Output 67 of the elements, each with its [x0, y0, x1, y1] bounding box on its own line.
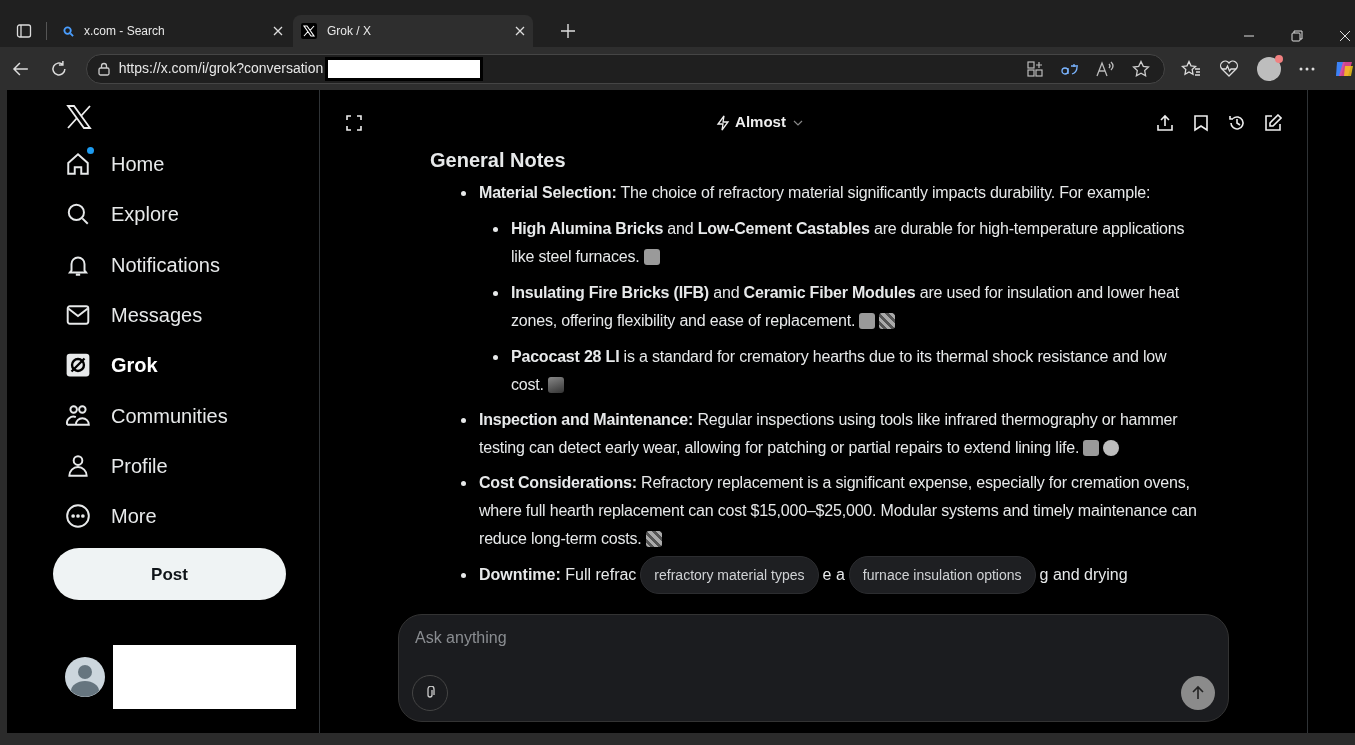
- nav-item[interactable]: Notifications: [53, 239, 319, 290]
- tab-title: x.com - Search: [84, 23, 166, 40]
- nav-item[interactable]: Home: [53, 139, 319, 190]
- read-aloud-icon[interactable]: [1096, 60, 1116, 77]
- list-text: Cost Considerations: Refractory replacement is a significant expense, especially for cremation ovens, where full hearth replacement can cost $15,000–$25,000. Modular systems and timely maintenance can reduce long-term costs.: [479, 473, 1197, 549]
- nav-item[interactable]: Explore: [53, 189, 319, 240]
- tab-actions-icon[interactable]: [16, 23, 32, 39]
- section-heading: General Notes: [430, 148, 567, 172]
- bullet: [461, 481, 466, 486]
- profile-avatar[interactable]: [1257, 56, 1281, 81]
- suggestion-chip[interactable]: refractory material types: [640, 556, 819, 594]
- bullet: [461, 191, 466, 196]
- partial-text: e a: [822, 565, 845, 585]
- person-icon: [65, 452, 91, 479]
- send-button[interactable]: [1181, 676, 1215, 710]
- nav-item[interactable]: Messages: [53, 289, 319, 341]
- bullet: [493, 355, 498, 360]
- browser-tab[interactable]: x.com - Search: [55, 15, 291, 47]
- expand-icon[interactable]: [345, 113, 363, 132]
- url-text: https://x.com/i/grok?conversation: [118, 59, 324, 78]
- favorites-icon[interactable]: [1181, 59, 1201, 78]
- partial-text: g and drying: [1039, 565, 1128, 585]
- close-tab-icon[interactable]: [515, 26, 525, 36]
- nav-item[interactable]: Grok: [53, 340, 319, 391]
- bookmark-icon[interactable]: [1192, 113, 1210, 132]
- list-text: Insulating Fire Bricks (IFB) and Ceramic Fiber Modules are used for insulation and lower heat zones, offering flexibility and ease of replacement.: [511, 283, 1180, 331]
- list-text: Material Selection: The choice of refractory material significantly impacts durability. For example:: [479, 183, 1151, 203]
- new-tab-icon[interactable]: [560, 23, 576, 39]
- lock-icon: [96, 61, 111, 76]
- bullet: [461, 418, 466, 423]
- close-tab-icon[interactable]: [273, 26, 283, 36]
- grok-icon: [65, 352, 91, 379]
- apps-icon[interactable]: [1026, 59, 1044, 78]
- edit-icon[interactable]: [1264, 113, 1282, 132]
- nav-item[interactable]: Profile: [53, 440, 319, 492]
- address-bar[interactable]: https://x.com/i/grok?conversation: [85, 53, 1165, 84]
- x-logo-icon[interactable]: [66, 104, 92, 130]
- tab-title: Grok / X: [327, 23, 372, 40]
- star-icon[interactable]: [1132, 59, 1150, 78]
- partial-text: Downtime: Full refrac: [479, 565, 637, 585]
- nav-item[interactable]: More: [53, 491, 319, 542]
- search-icon: [63, 25, 74, 37]
- list-text: High Alumina Bricks and Low-Cement Castables are durable for high-temperature applications like steel furnaces.: [511, 219, 1186, 267]
- close-icon[interactable]: [1339, 30, 1351, 42]
- model-selector[interactable]: Almost: [715, 111, 804, 134]
- lightning-icon: [715, 114, 732, 131]
- arrow-up-icon: [1190, 685, 1206, 701]
- post-button[interactable]: Post: [53, 548, 286, 601]
- heartbeat-icon[interactable]: [1219, 59, 1239, 78]
- x-logo-icon: [301, 23, 317, 39]
- more-icon[interactable]: [1299, 66, 1315, 71]
- browser-tab[interactable]: Grok / X: [293, 15, 533, 47]
- list-text: Inspection and Maintenance: Regular inspections using tools like infrared thermography or hammer testing can detect early wear, allowing for patching or partial repairs to extend lining life.: [479, 410, 1179, 458]
- home-icon: [65, 151, 91, 178]
- more-icon: [65, 503, 91, 530]
- people-icon: [65, 402, 91, 429]
- nav-item[interactable]: Communities: [53, 390, 319, 441]
- list-text: Pacocast 28 LI is a standard for crematory hearths due to its thermal shock resistance and low cost.: [511, 347, 1168, 395]
- suggestion-chip[interactable]: furnace insulation options: [848, 556, 1036, 594]
- bullet: [461, 572, 466, 578]
- share-icon[interactable]: [1156, 113, 1174, 132]
- restore-icon[interactable]: [1291, 30, 1303, 42]
- history-icon[interactable]: [1228, 113, 1246, 132]
- bullet: [493, 291, 498, 296]
- bullet: [493, 227, 498, 232]
- avatar-icon[interactable]: [65, 657, 105, 698]
- refresh-icon[interactable]: [49, 59, 68, 78]
